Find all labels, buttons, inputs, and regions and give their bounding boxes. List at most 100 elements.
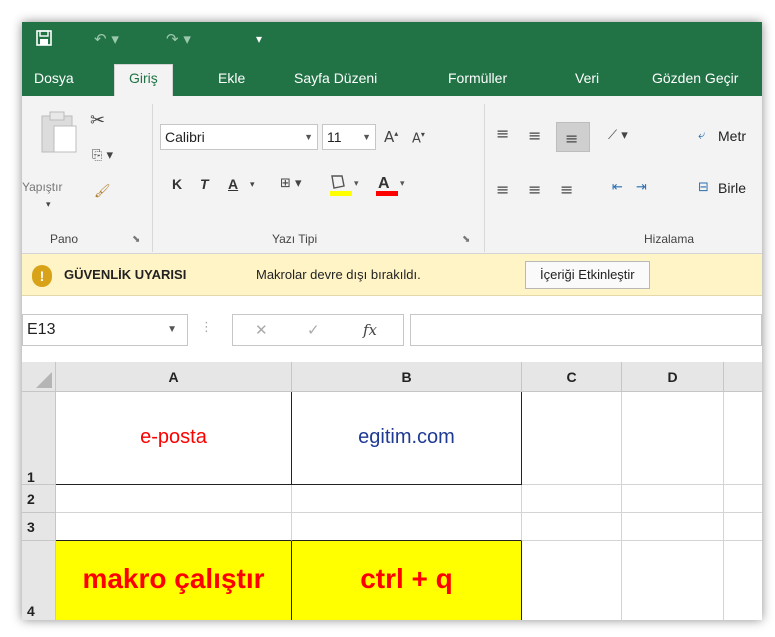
align-right-icon[interactable]: ≡	[560, 180, 573, 199]
increase-indent-icon[interactable]: ⇥	[636, 180, 647, 195]
cell-e4[interactable]	[724, 541, 762, 620]
grow-font-icon[interactable]: A▴	[384, 128, 398, 146]
row-header-4[interactable]: 4	[22, 541, 56, 620]
tab-giris[interactable]: Giriş	[114, 64, 173, 96]
column-header-c[interactable]: C	[522, 362, 622, 392]
tab-sayfa-duzeni[interactable]: Sayfa Düzeni	[294, 66, 377, 96]
cell-b1[interactable]: egitim.com	[292, 392, 522, 485]
cell-a3[interactable]	[56, 513, 292, 541]
name-box-value: E13	[27, 321, 56, 338]
cut-icon[interactable]: ✂	[90, 110, 105, 131]
row-header-2[interactable]: 2	[22, 485, 56, 513]
cell-d1[interactable]	[622, 392, 724, 485]
name-box[interactable]: E13 ▼	[22, 314, 188, 346]
align-left-icon[interactable]: ≡	[496, 180, 509, 199]
ribbon-separator	[484, 104, 485, 252]
cell-b4[interactable]: ctrl + q	[292, 541, 522, 620]
column-header-b[interactable]: B	[292, 362, 522, 392]
align-top-icon[interactable]: ≡	[496, 124, 509, 143]
cell-c3[interactable]	[522, 513, 622, 541]
underline-dropdown-icon[interactable]: ▾	[250, 180, 255, 190]
font-size-value: 11	[327, 129, 342, 145]
font-name-combo[interactable]: Calibri ▼	[160, 124, 318, 150]
tab-ekle[interactable]: Ekle	[218, 66, 245, 96]
enable-content-button[interactable]: İçeriği Etkinleştir	[525, 261, 650, 289]
cell-e2[interactable]	[724, 485, 762, 513]
decrease-indent-icon[interactable]: ⇤	[612, 180, 623, 195]
select-all-corner[interactable]	[22, 362, 56, 392]
cancel-icon[interactable]: ✕	[255, 321, 268, 339]
insert-function-icon[interactable]: fx	[363, 321, 377, 339]
security-warning-title: GÜVENLİK UYARISI	[64, 267, 187, 282]
clipboard-launcher-icon[interactable]: ⬊	[132, 234, 140, 245]
merge-label[interactable]: Birle	[718, 180, 746, 196]
column-header-a[interactable]: A	[56, 362, 292, 392]
underline-button[interactable]: A	[228, 176, 238, 192]
column-header-e[interactable]	[724, 362, 762, 392]
column-header-d[interactable]: D	[622, 362, 724, 392]
align-middle-icon[interactable]: ≡	[528, 126, 541, 145]
cell-b2[interactable]	[292, 485, 522, 513]
italic-button[interactable]: T	[200, 176, 209, 192]
save-icon[interactable]	[36, 30, 52, 50]
font-size-combo[interactable]: 11 ▼	[322, 124, 376, 150]
row-header-1[interactable]: 1	[22, 392, 56, 485]
wrap-text-icon[interactable]: ⤶	[698, 128, 705, 143]
formula-input[interactable]	[410, 314, 762, 346]
paste-icon[interactable]	[38, 110, 78, 159]
align-bottom-button[interactable]: ≡	[556, 122, 590, 152]
cell-e3[interactable]	[724, 513, 762, 541]
warning-shield-icon: !	[32, 265, 52, 287]
font-launcher-icon[interactable]: ⬊	[462, 234, 470, 245]
cell-a4-text: makro çalıştır	[82, 563, 265, 594]
tab-veri[interactable]: Veri	[575, 66, 599, 96]
undo-icon[interactable]: ↶ ▾	[94, 30, 119, 48]
tab-gozden-gecir[interactable]: Gözden Geçir	[652, 66, 738, 96]
security-warning-message: Makrolar devre dışı bırakıldı.	[256, 267, 421, 282]
customize-qat-icon[interactable]: ▾	[256, 32, 262, 46]
merge-icon[interactable]: ⊟	[698, 180, 709, 195]
chevron-down-icon: ▼	[304, 132, 313, 142]
cell-a2[interactable]	[56, 485, 292, 513]
cell-c1[interactable]	[522, 392, 622, 485]
cell-b4-text: ctrl + q	[360, 563, 453, 594]
ribbon-tabs: Dosya Giriş Ekle Sayfa Düzeni Formüller …	[22, 58, 762, 96]
cell-b3[interactable]	[292, 513, 522, 541]
cell-a4[interactable]: makro çalıştır	[56, 541, 292, 620]
cell-a1-text: e-posta	[140, 426, 207, 448]
paste-dropdown-icon[interactable]: ▾	[46, 200, 51, 210]
orientation-icon[interactable]: ⟋ ▾	[608, 128, 628, 143]
chevron-down-icon: ▼	[362, 132, 371, 142]
cell-c2[interactable]	[522, 485, 622, 513]
cell-a1[interactable]: e-posta	[56, 392, 292, 485]
worksheet-grid: A B C D 1 2 3 4 e-posta egitim.com makro…	[22, 362, 762, 620]
font-color-icon[interactable]: A ▾	[374, 172, 408, 203]
quick-access-toolbar: ↶ ▾ ↷ ▾ ▾	[22, 22, 762, 58]
paste-label[interactable]: Yapıştır	[22, 180, 62, 194]
tab-dosya[interactable]: Dosya	[34, 66, 74, 96]
cell-d4[interactable]	[622, 541, 724, 620]
tab-formuller[interactable]: Formüller	[448, 66, 507, 96]
redo-icon[interactable]: ↷ ▾	[166, 30, 191, 48]
enter-icon[interactable]: ✓	[307, 321, 320, 339]
wrap-text-label[interactable]: Metr	[718, 128, 746, 144]
shrink-font-icon[interactable]: A▾	[412, 130, 425, 146]
cell-d3[interactable]	[622, 513, 724, 541]
format-painter-icon[interactable]: 🖌	[94, 184, 111, 199]
cell-c4[interactable]	[522, 541, 622, 620]
formula-buttons-area: ✕ ✓ fx	[232, 314, 404, 346]
font-name-value: Calibri	[165, 129, 205, 145]
borders-icon[interactable]: ⊞ ▾	[280, 176, 302, 191]
cell-e1[interactable]	[724, 392, 762, 485]
row-header-3[interactable]: 3	[22, 513, 56, 541]
cell-b1-text: egitim.com	[358, 426, 455, 448]
font-group-label: Yazı Tipi	[272, 232, 318, 246]
copy-icon[interactable]: ⎘ ▾	[92, 148, 113, 163]
bold-button[interactable]: K	[172, 176, 182, 192]
ribbon-separator	[152, 104, 153, 252]
cell-d2[interactable]	[622, 485, 724, 513]
ribbon: Yapıştır ▾ ✂ ⎘ ▾ 🖌 Pano ⬊ Calibri ▼ 11 ▼…	[22, 96, 762, 254]
fill-color-icon[interactable]: ▾	[328, 172, 362, 203]
align-center-icon[interactable]: ≡	[528, 180, 541, 199]
clipboard-group-label: Pano	[50, 232, 79, 246]
